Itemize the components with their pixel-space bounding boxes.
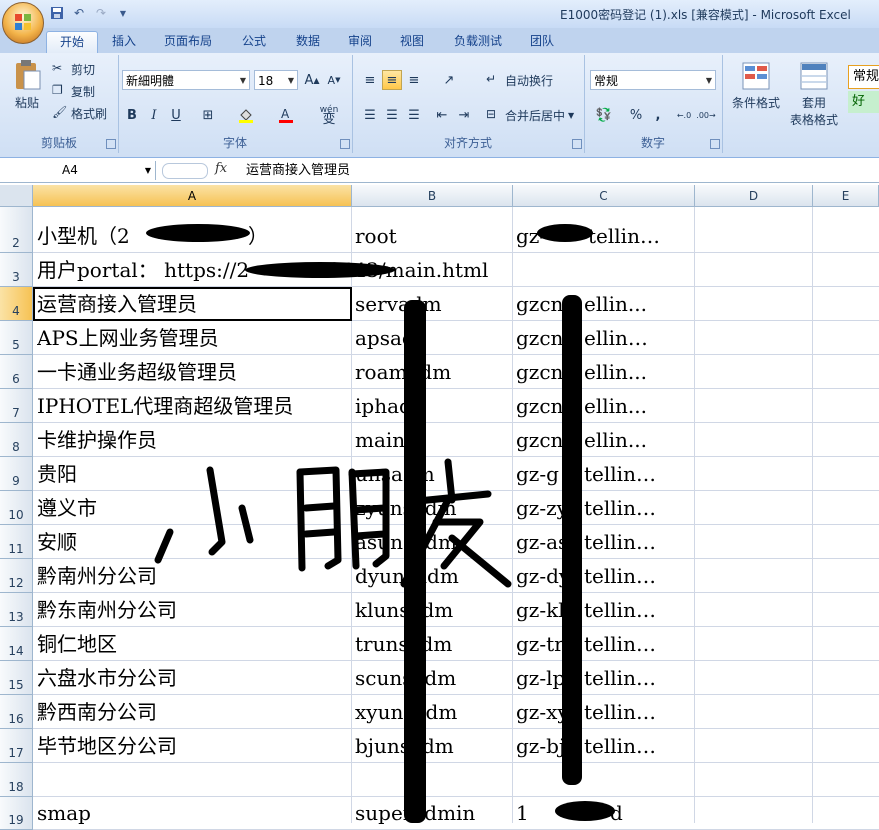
redaction-overlay [146,224,615,823]
handwritten-annotation [154,458,512,588]
redaction-vertical-bars [404,295,582,823]
office-button[interactable] [2,2,44,44]
office-logo-icon [15,14,31,30]
